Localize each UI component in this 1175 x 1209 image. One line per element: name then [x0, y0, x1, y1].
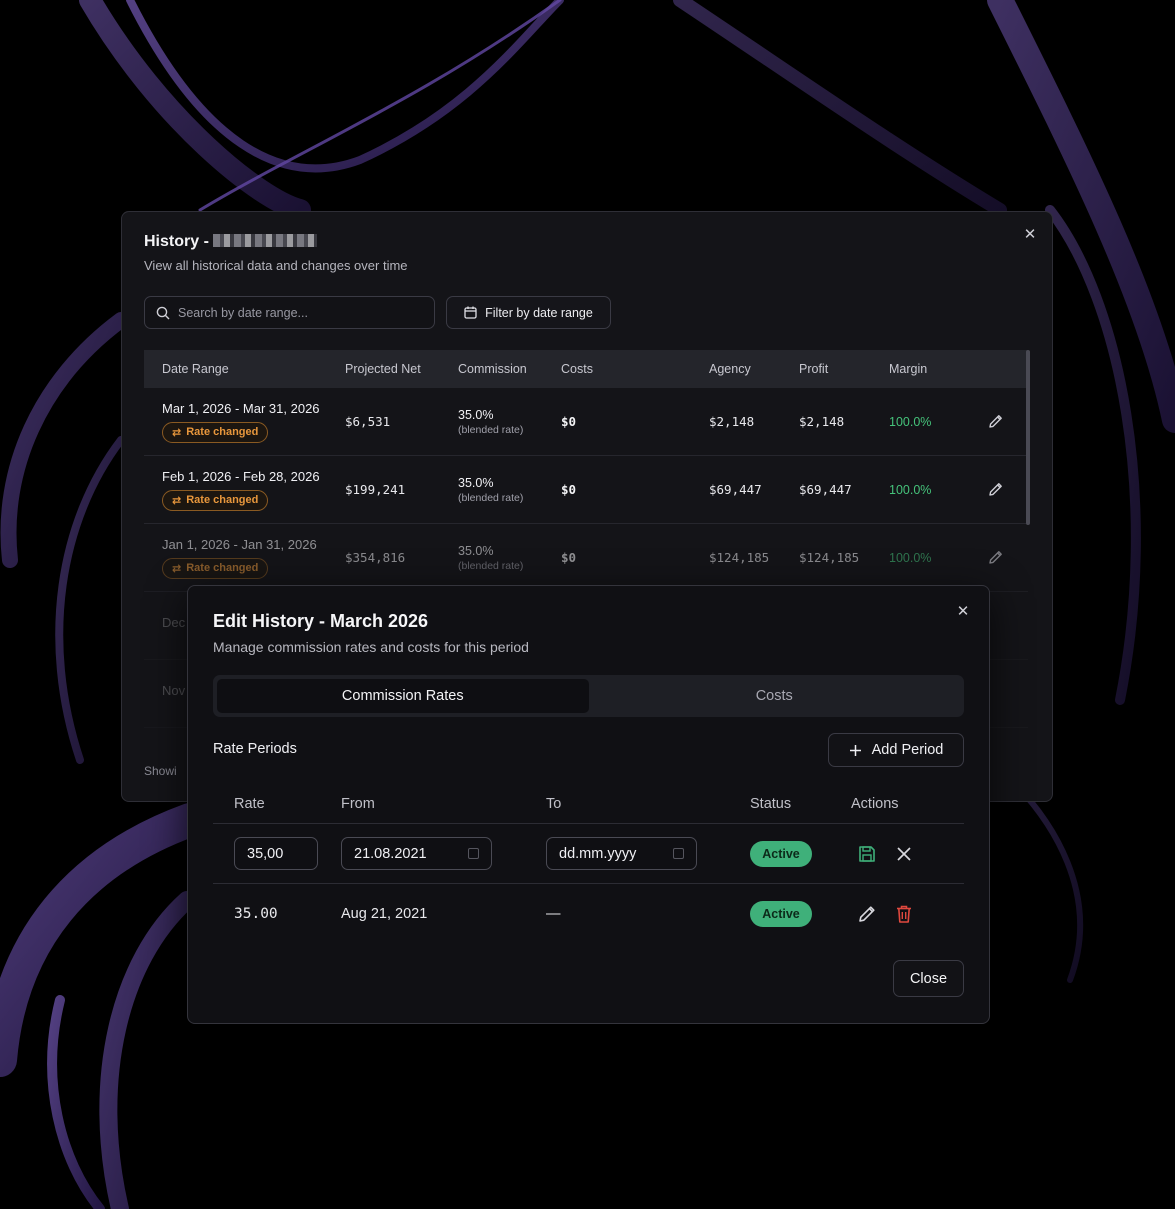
- rate-changed-badge: ⇄ Rate changed: [162, 489, 269, 511]
- row-date: Mar 1, 2026 - Mar 31, 2026: [162, 400, 320, 416]
- row-projected-net: $6,531: [345, 414, 391, 429]
- row-profit: $69,447: [799, 482, 852, 497]
- row-commission-sub: (blended rate): [458, 423, 524, 436]
- col-margin[interactable]: Margin: [889, 362, 965, 376]
- editing-rate-row: 35,00 21.08.2021 dd.mm.yyyy Active: [213, 824, 964, 884]
- row-costs: $0: [561, 550, 577, 565]
- row-profit: $124,185: [799, 550, 860, 565]
- row-margin: 100.0%: [889, 550, 932, 565]
- col-commission[interactable]: Commission: [458, 362, 561, 376]
- row-agency: $69,447: [709, 482, 762, 497]
- row-profit: $2,148: [799, 414, 845, 429]
- row-commission-sub: (blended rate): [458, 491, 524, 504]
- col-status: Status: [750, 795, 792, 812]
- tab-commission-rates[interactable]: Commission Rates: [217, 679, 589, 713]
- pencil-icon[interactable]: [987, 549, 1004, 566]
- rate-table-header: Rate From To Status Actions: [213, 784, 964, 824]
- row-agency: $2,148: [709, 414, 755, 429]
- row-agency: $124,185: [709, 550, 770, 565]
- col-costs[interactable]: Costs: [561, 362, 709, 376]
- col-projected-net[interactable]: Projected Net: [345, 362, 458, 376]
- pencil-icon[interactable]: [987, 481, 1004, 498]
- edit-tabs: Commission Rates Costs: [213, 675, 964, 717]
- redacted-name: [212, 234, 317, 247]
- edit-subtitle: Manage commission rates and costs for th…: [213, 639, 529, 655]
- status-badge: Active: [750, 901, 812, 927]
- plus-icon: [849, 744, 861, 756]
- row-commission-sub: (blended rate): [458, 559, 524, 572]
- rate-periods-title: Rate Periods: [213, 741, 297, 757]
- edit-close-icon[interactable]: ✕: [954, 602, 972, 620]
- history-subtitle: View all historical data and changes ove…: [144, 258, 408, 273]
- calendar-icon: [464, 306, 477, 319]
- swap-icon: ⇄: [172, 426, 182, 439]
- col-actions: Actions: [851, 795, 899, 812]
- row-commission: 35.0%: [458, 543, 494, 558]
- from-date-input[interactable]: 21.08.2021: [341, 837, 492, 870]
- rate-row: 35.00 Aug 21, 2021 — Active: [213, 884, 964, 944]
- filter-label: Filter by date range: [485, 305, 593, 320]
- history-close-icon[interactable]: ✕: [1021, 225, 1039, 243]
- save-icon[interactable]: [857, 844, 877, 864]
- search-icon: [156, 306, 170, 319]
- table-row[interactable]: Feb 1, 2026 - Feb 28, 2026 ⇄ Rate changed…: [144, 456, 1028, 524]
- filter-date-range-button[interactable]: Filter by date range: [446, 296, 611, 329]
- calendar-icon[interactable]: [673, 848, 684, 859]
- table-scrollbar[interactable]: [1026, 350, 1030, 525]
- pencil-icon[interactable]: [987, 413, 1004, 430]
- edit-title: Edit History - March 2026: [213, 611, 429, 631]
- row-commission: 35.0%: [458, 407, 494, 422]
- tab-costs[interactable]: Costs: [589, 679, 961, 713]
- calendar-icon[interactable]: [468, 848, 479, 859]
- row-to: —: [546, 906, 561, 922]
- row-projected-net: $199,241: [345, 482, 406, 497]
- pencil-icon[interactable]: [857, 904, 877, 924]
- col-date-range[interactable]: Date Range: [144, 362, 345, 376]
- to-date-input[interactable]: dd.mm.yyyy: [546, 837, 697, 870]
- table-row[interactable]: Jan 1, 2026 - Jan 31, 2026 ⇄ Rate changed…: [144, 524, 1028, 592]
- showing-text: Showi: [144, 764, 177, 778]
- col-rate: Rate: [234, 795, 265, 812]
- rate-changed-badge: ⇄ Rate changed: [162, 557, 269, 579]
- col-agency[interactable]: Agency: [709, 362, 799, 376]
- row-commission: 35.0%: [458, 475, 494, 490]
- row-projected-net: $354,816: [345, 550, 406, 565]
- swap-icon: ⇄: [172, 494, 182, 507]
- rate-input[interactable]: 35,00: [234, 837, 318, 870]
- search-box[interactable]: [144, 296, 435, 329]
- row-date: Jan 1, 2026 - Jan 31, 2026: [162, 536, 317, 552]
- table-row[interactable]: Mar 1, 2026 - Mar 31, 2026 ⇄ Rate changed…: [144, 388, 1028, 456]
- row-margin: 100.0%: [889, 482, 932, 497]
- row-date: Feb 1, 2026 - Feb 28, 2026: [162, 468, 320, 484]
- col-from: From: [341, 795, 375, 812]
- trash-icon[interactable]: [895, 904, 913, 924]
- row-margin: 100.0%: [889, 414, 932, 429]
- history-title: History -: [144, 233, 317, 251]
- row-from: Aug 21, 2021: [341, 906, 428, 922]
- row-costs: $0: [561, 482, 577, 497]
- cancel-icon[interactable]: [895, 845, 913, 863]
- swap-icon: ⇄: [172, 562, 182, 575]
- search-input[interactable]: [178, 305, 418, 320]
- row-rate: 35.00: [234, 906, 278, 922]
- col-profit[interactable]: Profit: [799, 362, 889, 376]
- history-table-header: Date Range Projected Net Commission Cost…: [144, 350, 1028, 388]
- row-costs: $0: [561, 414, 577, 429]
- status-badge: Active: [750, 840, 812, 867]
- close-button[interactable]: Close: [893, 960, 964, 997]
- add-period-button[interactable]: Add Period: [828, 733, 964, 767]
- rate-periods-table: Rate From To Status Actions 35,00 21.08.…: [213, 784, 964, 944]
- add-period-label: Add Period: [871, 742, 944, 758]
- rate-changed-badge: ⇄ Rate changed: [162, 421, 269, 443]
- edit-history-dialog: Edit History - March 2026 Manage commiss…: [187, 585, 990, 1024]
- col-to: To: [546, 795, 562, 812]
